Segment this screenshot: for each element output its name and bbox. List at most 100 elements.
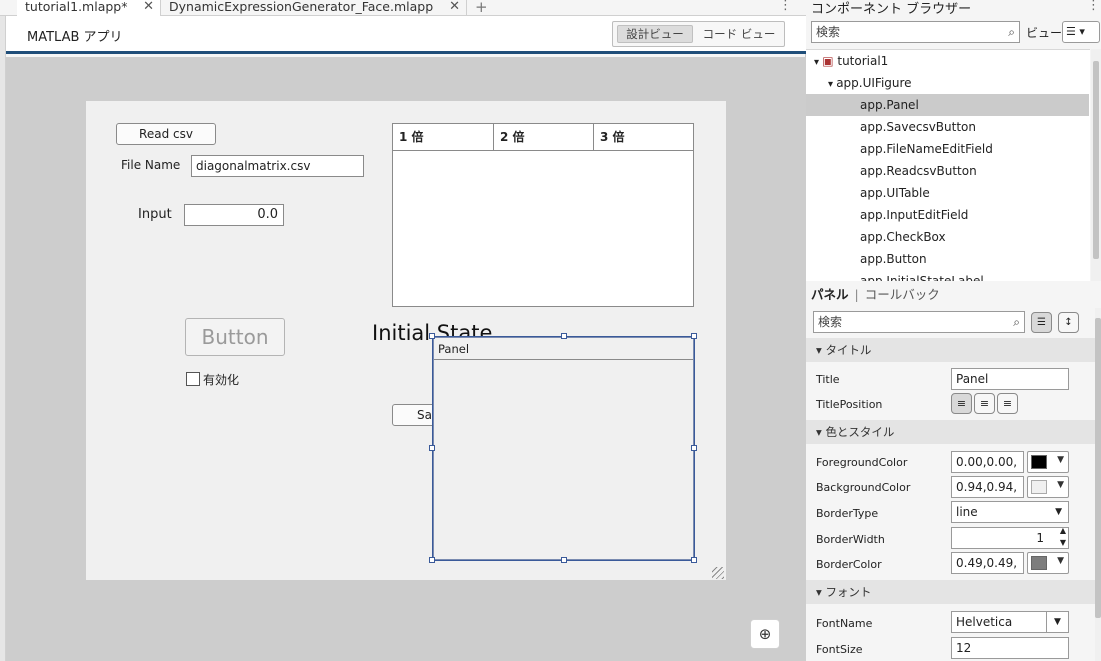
resize-handle[interactable]: [691, 557, 697, 563]
color-chip: [1031, 556, 1047, 570]
background-color-picker[interactable]: ▼: [1027, 476, 1069, 498]
foreground-color-picker[interactable]: ▼: [1027, 451, 1069, 473]
button[interactable]: Button: [185, 318, 285, 356]
scroll-thumb[interactable]: [1093, 61, 1099, 259]
view-toggle-button[interactable]: ☰ ▾: [1062, 21, 1100, 43]
resize-handle[interactable]: [429, 557, 435, 563]
tab-callback[interactable]: コールバック: [865, 287, 940, 302]
resize-handle[interactable]: [561, 557, 567, 563]
scroll-thumb[interactable]: [1095, 318, 1101, 618]
tab-tutorial1[interactable]: tutorial1.mlapp* ✕: [17, 0, 161, 16]
design-canvas: Read csv File Name diagonalmatrix.csv In…: [6, 57, 806, 661]
checkbox[interactable]: [186, 372, 200, 386]
bordercolor-picker[interactable]: ▼: [1027, 552, 1069, 574]
prop-label: ForegroundColor: [816, 456, 908, 469]
tree-item-label: app.InputEditField: [860, 208, 969, 222]
ui-table[interactable]: 1 倍 2 倍 3 倍: [392, 123, 694, 307]
prop-label: Title: [816, 373, 840, 386]
resize-handle[interactable]: [561, 333, 567, 339]
section-color-style[interactable]: ▾ 色とスタイル: [806, 420, 1095, 444]
resize-handle[interactable]: [691, 333, 697, 339]
zoom-in-icon[interactable]: ⊕: [750, 619, 780, 649]
search-placeholder: 検索: [818, 315, 843, 329]
resize-handle[interactable]: [691, 445, 697, 451]
spinner-value: 1: [1036, 531, 1044, 545]
input-label: Input: [138, 207, 172, 222]
title-field[interactable]: Panel: [951, 368, 1069, 390]
search-icon: ⌕: [1008, 25, 1015, 39]
table-column-header: 3 倍: [600, 130, 625, 144]
section-label: タイトル: [825, 343, 872, 357]
bordertype-dropdown[interactable]: line ▼: [951, 501, 1069, 523]
background-color-field[interactable]: 0.94,0.94,: [951, 476, 1024, 498]
editor-area: tutorial1.mlapp* ✕ DynamicExpressionGene…: [0, 0, 806, 661]
read-csv-button[interactable]: Read csv: [116, 123, 216, 145]
search-icon: ⌕: [1013, 315, 1020, 329]
borderwidth-spinner[interactable]: 1 ▲ ▼: [951, 527, 1069, 549]
fontname-dropdown[interactable]: Helvetica ▼: [951, 611, 1069, 633]
expand-caret-icon[interactable]: ▾: [814, 57, 822, 68]
tree-item[interactable]: app.SavecsvButton: [860, 116, 976, 138]
tab-label: DynamicExpressionGenerator_Face.mlapp: [169, 0, 434, 14]
prop-label: BackgroundColor: [816, 481, 911, 494]
app-file-icon: ▣: [822, 54, 838, 68]
input-field[interactable]: 0.0: [184, 204, 284, 226]
tree-item[interactable]: app.InputEditField: [860, 204, 968, 226]
dropdown-value: Helvetica: [956, 615, 1013, 629]
tree-item[interactable]: ▾ app.UIFigure: [828, 72, 912, 94]
tree-item-label: app.InitialStateLabel: [860, 274, 984, 281]
more-options-icon[interactable]: ⋮: [1087, 0, 1100, 13]
filename-field[interactable]: diagonalmatrix.csv: [191, 155, 364, 177]
component-search-input[interactable]: 検索 ⌕: [811, 21, 1020, 43]
resize-handle[interactable]: [429, 445, 435, 451]
expand-caret-icon[interactable]: ▾: [828, 79, 836, 90]
tree-item[interactable]: app.Button: [860, 248, 927, 270]
design-view-button[interactable]: 設計ビュー: [617, 25, 693, 43]
section-label: 色とスタイル: [825, 425, 895, 439]
add-tab-icon[interactable]: +: [475, 0, 488, 16]
resize-handle[interactable]: [429, 333, 435, 339]
browser-title: コンポーネント ブラウザー: [811, 2, 972, 17]
app-toolbar: MATLAB アプリ 設計ビュー コード ビュー: [6, 16, 806, 54]
more-options-icon[interactable]: ⋮: [779, 0, 792, 13]
align-right-icon[interactable]: ≡: [997, 393, 1018, 414]
tab-panel[interactable]: パネル: [811, 287, 849, 302]
tree-item[interactable]: app.ReadcsvButton: [860, 160, 977, 182]
group-view-icon[interactable]: ☰: [1031, 312, 1052, 333]
sort-az-icon[interactable]: ↕: [1058, 312, 1079, 333]
tree-item[interactable]: app.UITable: [860, 182, 930, 204]
table-header: 1 倍 2 倍 3 倍: [393, 124, 693, 151]
prop-label: BorderType: [816, 507, 879, 520]
section-font[interactable]: ▾ フォント: [806, 580, 1095, 604]
dropdown-value: line: [956, 505, 978, 519]
bordercolor-field[interactable]: 0.49,0.49,: [951, 552, 1024, 574]
checkbox-label: 有効化: [203, 373, 240, 387]
figure-resize-grip-icon[interactable]: [712, 567, 724, 579]
tree-item[interactable]: app.Panel: [806, 94, 1089, 116]
fontsize-dropdown[interactable]: 12: [951, 637, 1069, 659]
tree-scrollbar[interactable]: [1091, 49, 1101, 281]
tree-item-label: app.FileNameEditField: [860, 142, 993, 156]
code-view-button[interactable]: コード ビュー: [699, 25, 779, 43]
section-title[interactable]: ▾ タイトル: [806, 338, 1095, 362]
app-title: MATLAB アプリ: [27, 30, 123, 45]
tree-item-label: app.Panel: [860, 98, 919, 112]
app-designer-window: tutorial1.mlapp* ✕ DynamicExpressionGene…: [0, 0, 1101, 661]
close-icon[interactable]: ✕: [143, 0, 154, 14]
align-left-icon[interactable]: ≡: [951, 393, 972, 414]
foreground-color-field[interactable]: 0.00,0.00,: [951, 451, 1024, 473]
inspector-scrollbar[interactable]: [1095, 308, 1101, 661]
close-icon[interactable]: ✕: [449, 0, 460, 14]
ui-figure[interactable]: Read csv File Name diagonalmatrix.csv In…: [86, 101, 726, 580]
tree-item[interactable]: app.FileNameEditField: [860, 138, 993, 160]
property-search-input[interactable]: 検索 ⌕: [813, 311, 1025, 333]
tab-dynamic-expression[interactable]: DynamicExpressionGenerator_Face.mlapp ✕: [161, 0, 467, 16]
spinner-arrows-icon[interactable]: ▲ ▼: [1060, 528, 1066, 548]
align-center-icon[interactable]: ≡: [974, 393, 995, 414]
tree-item[interactable]: ▾ ▣ tutorial1: [814, 50, 888, 72]
prop-label: BorderColor: [816, 558, 882, 571]
tree-item-label: app.UITable: [860, 186, 930, 200]
chevron-down-icon: ▼: [1057, 556, 1064, 566]
tree-item[interactable]: app.InitialStateLabel: [860, 270, 984, 281]
tree-item[interactable]: app.CheckBox: [860, 226, 946, 248]
